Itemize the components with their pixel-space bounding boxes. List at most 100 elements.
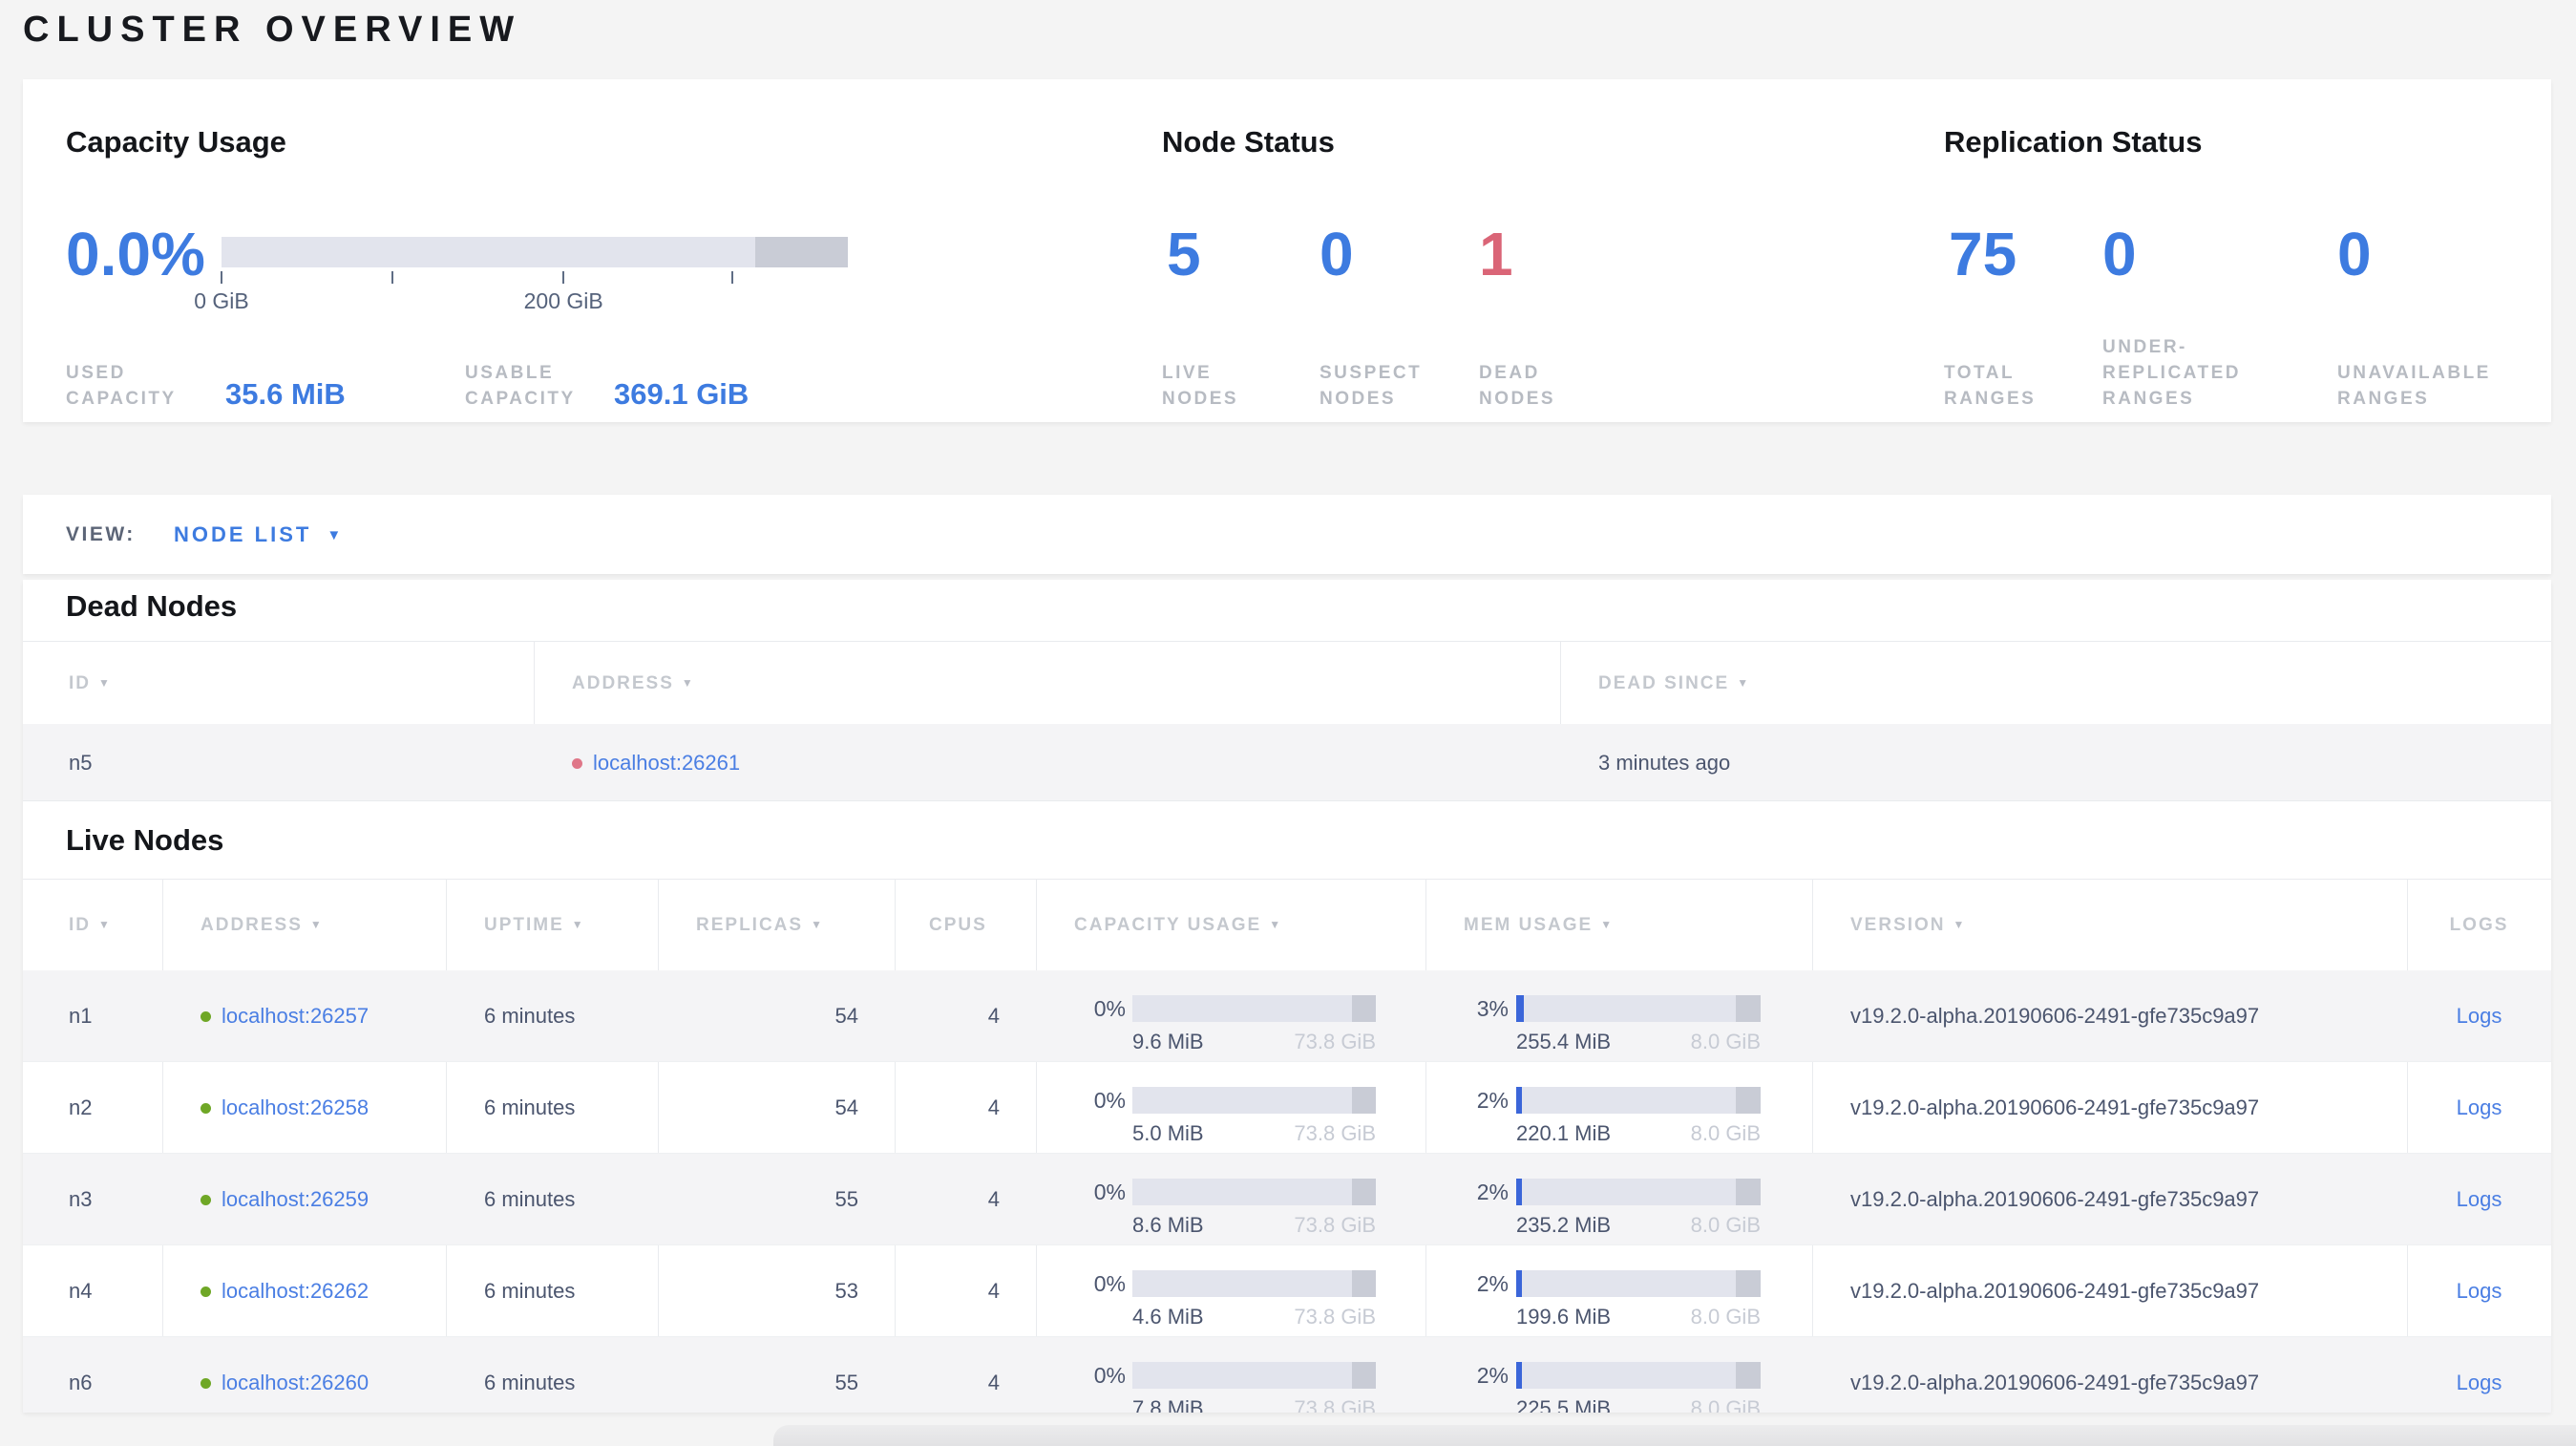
node-address-cell: localhost:26258 xyxy=(201,1062,369,1154)
capacity-values: 5.0 MiB 73.8 GiB xyxy=(1132,1121,1376,1146)
dead-nodes-section-title: Dead Nodes xyxy=(66,589,238,623)
sort-desc-icon: ▼ xyxy=(98,918,112,931)
column-header-label: MEM USAGE xyxy=(1464,915,1594,935)
mem-total-value: 8.0 GiB xyxy=(1690,1030,1761,1053)
address-link[interactable]: localhost:26262 xyxy=(222,1279,369,1303)
address-link[interactable]: localhost:26261 xyxy=(593,751,740,775)
logs-link[interactable]: Logs xyxy=(2457,1187,2502,1211)
column-header-label: CAPACITY USAGE xyxy=(1074,915,1262,935)
logs-cell: Logs xyxy=(2407,1154,2551,1245)
sort-desc-icon: ▼ xyxy=(1953,918,1967,931)
column-header-dead-since[interactable]: DEAD SINCE ▼ xyxy=(1598,642,1750,725)
live-status-dot-icon xyxy=(201,1287,211,1297)
column-header-address[interactable]: ADDRESS ▼ xyxy=(572,642,695,725)
version-value: v19.2.0-alpha.20190606-2491-gfe735c9a97 xyxy=(1850,1279,2260,1303)
logs-link[interactable]: Logs xyxy=(2457,1004,2502,1028)
unavailable-count: 0 xyxy=(2337,220,2372,288)
column-header-uptime[interactable]: UPTIME ▼ xyxy=(484,880,585,970)
live-nodes-section-title: Live Nodes xyxy=(66,823,224,857)
column-header-label: REPLICAS xyxy=(696,915,804,935)
column-header-mem-usage[interactable]: MEM USAGE ▼ xyxy=(1464,880,1614,970)
mem-percent-label: 2% xyxy=(1476,1088,1509,1113)
logs-link[interactable]: Logs xyxy=(2457,1371,2502,1394)
capacity-minibar xyxy=(1132,1087,1376,1114)
column-header-id[interactable]: ID ▼ xyxy=(69,880,112,970)
under-replicated-label: UNDER- REPLICATED RANGES xyxy=(2102,337,2241,409)
live-nodes-rows: n1 localhost:26257 6 minutes 54 4 0% 9.6… xyxy=(23,970,2551,1413)
column-header-address[interactable]: ADDRESS ▼ xyxy=(201,880,324,970)
capacity-values: 9.6 MiB 73.8 GiB xyxy=(1132,1030,1376,1054)
capacity-total-value: 73.8 GiB xyxy=(1294,1305,1376,1329)
tick-label: 0 GiB xyxy=(194,288,249,313)
cpus-value: 4 xyxy=(987,1004,1000,1028)
mem-total-value: 8.0 GiB xyxy=(1690,1121,1761,1145)
capacity-minibar xyxy=(1132,1179,1376,1205)
live-node-row-1: n2 localhost:26258 6 minutes 54 4 0% 5.0… xyxy=(23,1062,2551,1154)
capacity-total-value: 73.8 GiB xyxy=(1294,1030,1376,1053)
replicas-value: 53 xyxy=(834,1279,858,1303)
logs-cell: Logs xyxy=(2407,1062,2551,1154)
sort-desc-icon: ▼ xyxy=(811,918,824,931)
capacity-total-value: 73.8 GiB xyxy=(1294,1396,1376,1413)
suspect-nodes-count: 0 xyxy=(1320,220,1354,288)
capacity-total-value: 73.8 GiB xyxy=(1294,1213,1376,1237)
column-header-cpus: CPUS xyxy=(929,880,987,970)
live-status-dot-icon xyxy=(201,1195,211,1205)
mem-values: 199.6 MiB 8.0 GiB xyxy=(1516,1305,1761,1329)
live-nodes-table: ID ▼ ADDRESS ▼ UPTIME ▼ REPLICAS ▼ CPUS CAPA… xyxy=(23,879,2551,1413)
cluster-overview-page: CLUSTER OVERVIEW Capacity Usage 0.0% 0 G… xyxy=(0,0,2576,1446)
page-title: CLUSTER OVERVIEW xyxy=(23,10,522,50)
mem-minibar xyxy=(1516,1270,1761,1297)
tick-mark xyxy=(391,271,394,284)
capacity-axis: 0 GiB 200 GiB xyxy=(194,267,848,334)
column-header-label: ID xyxy=(69,915,91,935)
sort-desc-icon: ▼ xyxy=(309,918,324,931)
minibar-dark-segment xyxy=(1736,1087,1761,1114)
live-node-row-0: n1 localhost:26257 6 minutes 54 4 0% 9.6… xyxy=(23,970,2551,1062)
column-header-label: ADDRESS xyxy=(572,673,674,693)
minibar-dark-segment xyxy=(1736,995,1761,1022)
column-header-version[interactable]: VERSION ▼ xyxy=(1850,880,1966,970)
cpus-value: 4 xyxy=(987,1095,1000,1119)
nodes-section: Dead Nodes ID ▼ ADDRESS ▼ DEAD SINCE ▼ n5 l… xyxy=(23,580,2551,1413)
address-link[interactable]: localhost:26260 xyxy=(222,1371,369,1394)
column-header-label: CPUS xyxy=(929,915,987,935)
minibar-dark-segment xyxy=(1351,1179,1376,1205)
replicas-value: 54 xyxy=(834,1095,858,1119)
address-link[interactable]: localhost:26258 xyxy=(222,1095,369,1119)
sort-desc-icon: ▼ xyxy=(1269,918,1283,931)
column-header-replicas[interactable]: REPLICAS ▼ xyxy=(696,880,824,970)
node-status-title: Node Status xyxy=(1162,125,1335,159)
mem-minibar xyxy=(1516,1179,1761,1205)
column-header-label: ADDRESS xyxy=(201,915,303,935)
minibar-dark-segment xyxy=(1351,1270,1376,1297)
live-status-dot-icon xyxy=(201,1378,211,1389)
capacity-total-value: 73.8 GiB xyxy=(1294,1121,1376,1145)
column-header-logs: LOGS xyxy=(2407,880,2551,970)
mem-used-value: 220.1 MiB xyxy=(1516,1121,1612,1145)
uptime-value: 6 minutes xyxy=(484,1371,576,1394)
node-list-dropdown[interactable]: NODE LIST ▼ xyxy=(174,495,344,575)
column-header-capacity-usage[interactable]: CAPACITY USAGE ▼ xyxy=(1074,880,1282,970)
mem-used-value: 255.4 MiB xyxy=(1516,1030,1612,1053)
column-header-id[interactable]: ID ▼ xyxy=(69,642,112,725)
address-link[interactable]: localhost:26257 xyxy=(222,1004,369,1028)
node-id: n5 xyxy=(69,751,93,775)
live-node-row-2: n3 localhost:26259 6 minutes 55 4 0% 8.6… xyxy=(23,1154,2551,1245)
node-id: n6 xyxy=(69,1371,93,1394)
live-node-row-4: n6 localhost:26260 6 minutes 55 4 0% 7.8… xyxy=(23,1337,2551,1413)
logs-link[interactable]: Logs xyxy=(2457,1095,2502,1119)
cpus-value: 4 xyxy=(987,1187,1000,1211)
tick-label: 200 GiB xyxy=(523,288,603,313)
capacity-minibar xyxy=(1132,995,1376,1022)
minibar-fill xyxy=(1516,1362,1523,1389)
uptime-value: 6 minutes xyxy=(484,1187,576,1211)
logs-cell: Logs xyxy=(2407,1245,2551,1337)
logs-link[interactable]: Logs xyxy=(2457,1279,2502,1303)
capacity-usage-title: Capacity Usage xyxy=(66,125,286,159)
replication-status-title: Replication Status xyxy=(1944,125,2203,159)
address-link[interactable]: localhost:26259 xyxy=(222,1187,369,1211)
capacity-minibar xyxy=(1132,1362,1376,1389)
mem-used-value: 199.6 MiB xyxy=(1516,1305,1612,1329)
tick-mark xyxy=(221,271,222,284)
